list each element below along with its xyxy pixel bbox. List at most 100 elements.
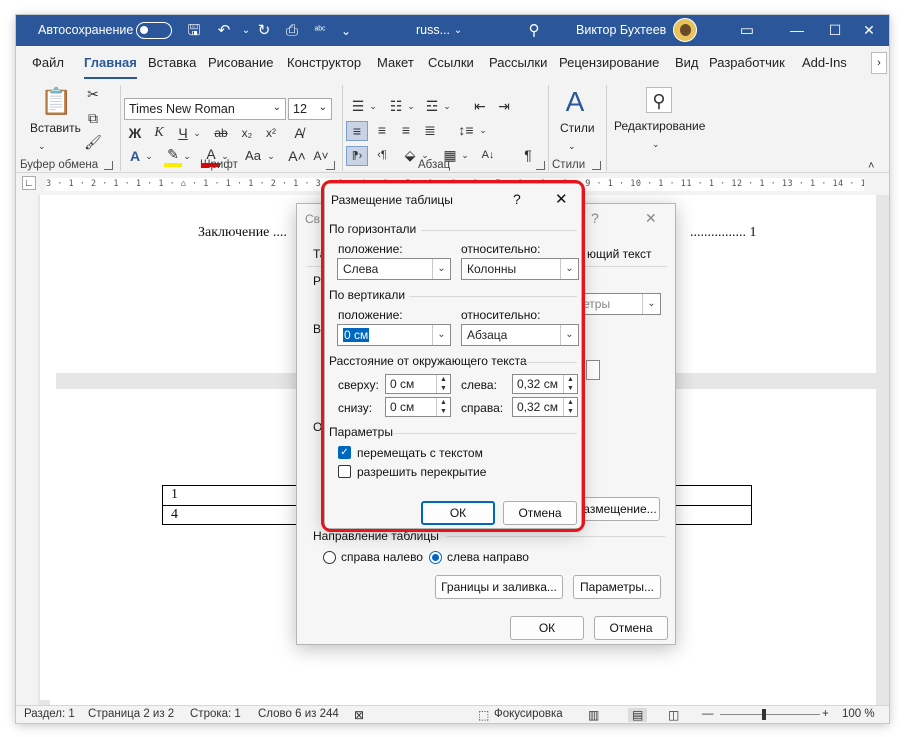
tab-home[interactable]: Главная (84, 55, 137, 80)
document-name[interactable]: russ... (416, 23, 450, 37)
text-effects-dropdown-icon[interactable]: ⌄ (144, 147, 154, 165)
editing-dropdown-icon[interactable]: ⌄ (652, 135, 660, 153)
format-painter-icon[interactable]: 🖌 (84, 133, 102, 151)
spinner-arrows-icon[interactable]: ▲ ▼ (563, 398, 577, 416)
h-relative-select[interactable]: Колонны ⌄ (461, 258, 579, 280)
right-spinner[interactable]: 0,32 см ▲ ▼ (512, 397, 578, 417)
search-icon[interactable]: ⚲ (524, 21, 544, 41)
rtl-radio[interactable] (323, 551, 336, 564)
underline-icon[interactable]: Ч (174, 124, 192, 142)
multilevel-list-icon[interactable]: ☲ (422, 97, 442, 115)
tab-review[interactable]: Рецензирование (559, 55, 659, 70)
change-case-dropdown-icon[interactable]: ⌄ (266, 147, 276, 165)
styles-button[interactable]: Стили (560, 121, 595, 135)
status-line[interactable]: Строка: 1 (190, 708, 241, 720)
spinner-arrows-icon[interactable]: ▲ ▼ (563, 375, 577, 393)
borders-shading-button[interactable]: Границы и заливка... (435, 575, 563, 599)
measure-select[interactable]: етры ⌄ (577, 293, 661, 315)
tab-file[interactable]: Файл (32, 55, 64, 70)
styles-dropdown-icon[interactable]: ⌄ (568, 137, 576, 155)
ok-button[interactable]: ОК (510, 616, 584, 640)
line-spacing-dropdown-icon[interactable]: ⌄ (478, 121, 488, 139)
zoom-slider[interactable] (720, 714, 820, 715)
status-page[interactable]: Страница 2 из 2 (88, 708, 174, 720)
undo-icon[interactable]: ↶ (214, 21, 234, 41)
status-focus[interactable]: Фокусировка (494, 708, 563, 720)
justify-icon[interactable]: ≣ (420, 121, 440, 139)
highlight-dropdown-icon[interactable]: ⌄ (182, 147, 192, 165)
undo-dropdown-icon[interactable]: ⌄ (236, 21, 256, 41)
underline-dropdown-icon[interactable]: ⌄ (192, 124, 202, 142)
subscript-icon[interactable]: x₂ (238, 124, 256, 142)
format-painter-qa-icon[interactable]: ⎙ (282, 21, 302, 41)
find-icon[interactable]: ⚲ (646, 87, 672, 113)
left-spinner[interactable]: 0,32 см ▲ ▼ (512, 374, 578, 394)
text-effects-icon[interactable]: A (126, 147, 144, 165)
read-mode-icon[interactable]: ▥ (588, 708, 599, 722)
tab-stop-icon[interactable]: ∟ (22, 176, 36, 190)
clipboard-launcher-icon[interactable] (104, 161, 113, 170)
status-words[interactable]: Слово 6 из 244 (258, 708, 339, 720)
paste-dropdown-icon[interactable]: ⌄ (38, 137, 46, 155)
bullets-icon[interactable]: ☰ (348, 97, 368, 115)
customize-qa-icon[interactable]: ⌄ (336, 21, 356, 41)
save-icon[interactable]: 🖫 (184, 21, 204, 41)
tab-alt-text[interactable]: ющий текст (587, 247, 652, 261)
ribbon-display-icon[interactable]: ▭ (724, 15, 770, 46)
v-position-select[interactable]: 0 см ⌄ (337, 324, 451, 346)
grow-font-icon[interactable]: A˄ (288, 147, 306, 165)
rtl-paragraph-icon[interactable]: ‹¶ (372, 146, 392, 164)
tab-addins[interactable]: Add-Ins (802, 55, 847, 70)
v-relative-select[interactable]: Абзаца ⌄ (461, 324, 579, 346)
tab-insert[interactable]: Вставка (148, 55, 196, 70)
cut-icon[interactable]: ✂ (84, 85, 102, 103)
line-spacing-icon[interactable]: ↕≡ (456, 121, 476, 139)
doc-name-dropdown-icon[interactable]: ⌄ (448, 21, 468, 41)
top-spinner[interactable]: 0 см ▲ ▼ (385, 374, 451, 394)
cancel-button[interactable]: Отмена (594, 616, 668, 640)
clear-formatting-icon[interactable]: A̸ (290, 124, 308, 142)
align-center-icon[interactable]: ≡ (372, 121, 392, 139)
shading-icon[interactable]: ⬙ (400, 146, 420, 164)
ok-button[interactable]: ОК (421, 501, 495, 525)
ltr-paragraph-icon[interactable]: ⁋› (346, 146, 368, 166)
zoom-level[interactable]: 100 % (842, 708, 875, 720)
styles-launcher-icon[interactable] (592, 161, 601, 170)
table-cell[interactable]: 1 (171, 487, 178, 503)
tab-mailings[interactable]: Рассылки (489, 55, 547, 70)
multilevel-dropdown-icon[interactable]: ⌄ (442, 97, 452, 115)
styles-icon[interactable]: A (558, 85, 592, 119)
autosave-toggle[interactable] (136, 22, 172, 39)
proofing-icon[interactable]: ⊠ (354, 708, 364, 722)
ltr-radio[interactable] (429, 551, 442, 564)
table-cell[interactable]: 4 (171, 507, 178, 523)
zoom-in-icon[interactable]: + (822, 708, 829, 720)
tab-developer[interactable]: Разработчик (709, 55, 785, 70)
align-right-icon[interactable]: ≡ (396, 121, 416, 139)
numbering-dropdown-icon[interactable]: ⌄ (406, 97, 416, 115)
spelling-icon[interactable]: ᵃᵇᶜ (310, 21, 330, 41)
close-icon[interactable]: ✕ (645, 210, 657, 227)
tab-design[interactable]: Конструктор (287, 55, 361, 70)
italic-icon[interactable]: К (150, 124, 168, 142)
paragraph-launcher-icon[interactable] (536, 161, 545, 170)
font-name-combo[interactable]: Times New Roman ⌄ (124, 98, 286, 120)
zoom-out-icon[interactable]: — (702, 708, 714, 720)
redo-icon[interactable]: ↻ (254, 21, 274, 41)
highlight-icon[interactable]: ✎ (164, 145, 182, 167)
tab-references[interactable]: Ссылки (428, 55, 474, 70)
indent-spinner[interactable] (586, 360, 600, 380)
focus-icon[interactable]: ⬚ (478, 708, 489, 722)
copy-icon[interactable]: ⧉ (84, 109, 102, 127)
help-icon[interactable]: ? (591, 210, 599, 226)
positioning-button[interactable]: азмещение... (580, 497, 660, 521)
strikethrough-icon[interactable]: ab (212, 124, 230, 142)
borders-dropdown-icon[interactable]: ⌄ (460, 146, 470, 164)
paste-icon[interactable]: 📋 (40, 85, 72, 117)
close-icon[interactable]: ✕ (846, 15, 889, 46)
h-position-select[interactable]: Слева ⌄ (337, 258, 451, 280)
sort-icon[interactable]: A↓ (478, 146, 498, 164)
tab-view[interactable]: Вид (675, 55, 699, 70)
show-formatting-icon[interactable]: ¶ (518, 146, 538, 164)
help-icon[interactable]: ? (513, 191, 521, 207)
